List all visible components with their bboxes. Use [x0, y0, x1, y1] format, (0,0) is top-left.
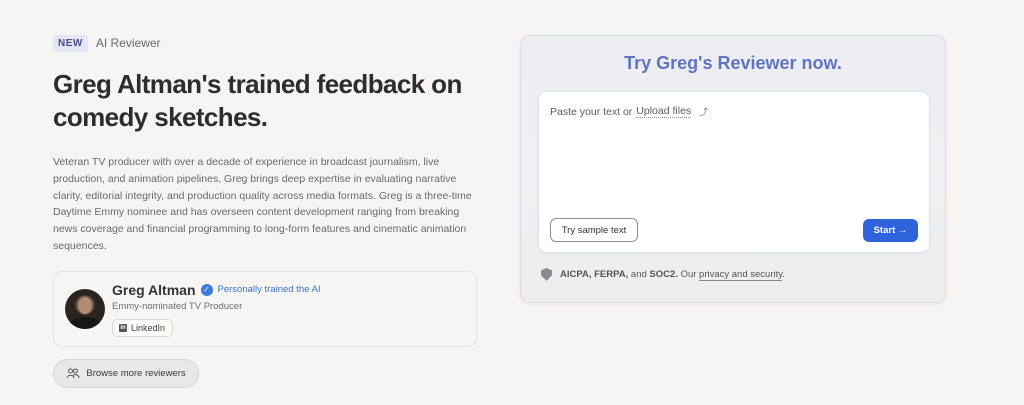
panel-title: Try Greg's Reviewer now. [624, 53, 842, 73]
try-sample-button[interactable]: Try sample text [550, 218, 638, 242]
try-reviewer-panel: Try Greg's Reviewer now. Paste your text… [520, 35, 946, 303]
security-note: AICPA, FERPA, and SOC2. Our privacy and … [541, 268, 785, 281]
profile-role: Emmy-nominated TV Producer [112, 300, 243, 312]
people-icon [66, 368, 80, 379]
linkedin-label: LinkedIn [131, 322, 166, 333]
profile-name: Greg Altman [112, 281, 196, 298]
trained-label: Personally trained the AI [217, 284, 321, 296]
placeholder-text: Paste your text or [550, 105, 633, 118]
page-title: Greg Altman's trained feedback on comedy… [53, 69, 462, 132]
profile-card: Greg Altman ✓ Personally trained the AI … [53, 270, 477, 347]
tagline: NEW AI Reviewer [53, 34, 483, 52]
shield-icon [541, 268, 552, 281]
reviewer-intro: NEW AI Reviewer Greg Altman's trained fe… [53, 34, 483, 347]
verified-check-icon: ✓ [200, 283, 213, 296]
linkedin-icon: in [119, 323, 127, 332]
start-button[interactable]: Start → [863, 219, 918, 242]
privacy-security-link[interactable]: privacy and security [699, 269, 783, 281]
new-badge: NEW [53, 34, 88, 52]
text-input-area[interactable]: Paste your text or Upload files ⤴ Try sa… [538, 91, 930, 253]
linkedin-button[interactable]: in LinkedIn [112, 318, 174, 337]
reviewer-bio: Veteran TV producer with over a decade o… [53, 156, 472, 252]
profile-name-row: Greg Altman ✓ Personally trained the AI [112, 282, 320, 298]
tagline-text: AI Reviewer [95, 36, 161, 50]
avatar [65, 288, 105, 329]
browse-reviewers-button[interactable]: Browse more reviewers [53, 359, 199, 388]
input-placeholder: Paste your text or Upload files ⤴ [550, 105, 708, 118]
upload-files-link[interactable]: Upload files [636, 105, 692, 118]
browse-label: Browse more reviewers [86, 368, 186, 379]
security-text: AICPA, FERPA, and SOC2. Our privacy and … [560, 269, 785, 281]
upload-icon[interactable]: ⤴ [699, 105, 708, 118]
